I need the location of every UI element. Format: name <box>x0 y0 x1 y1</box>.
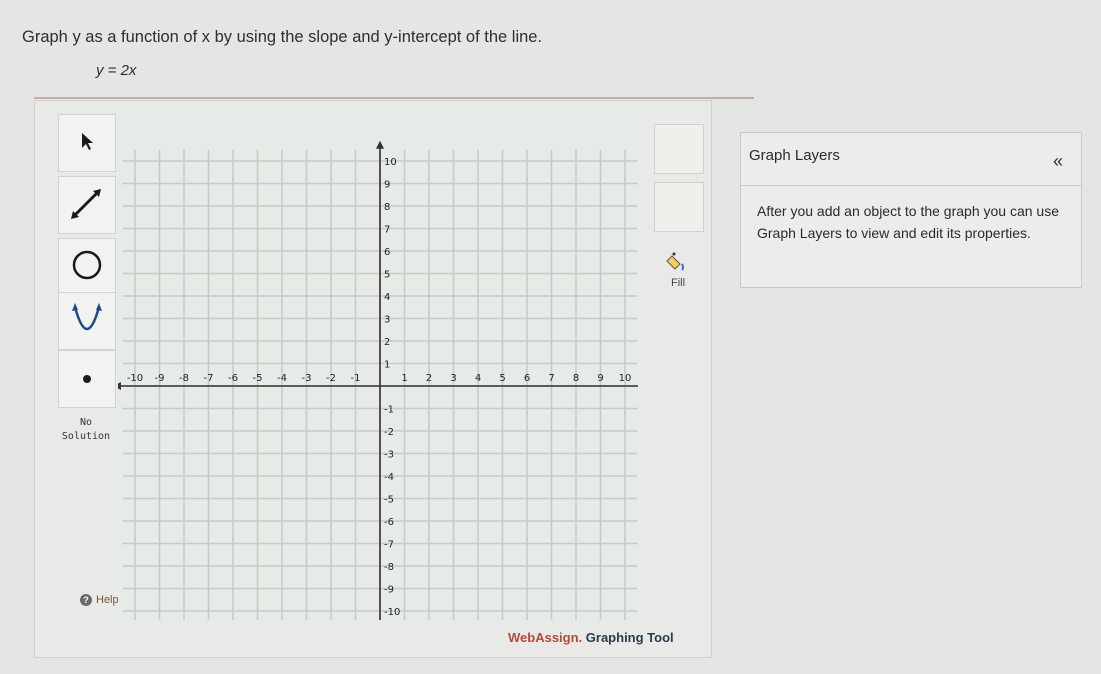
fill-tool-button[interactable]: Fill <box>654 250 702 302</box>
graph-layers-description: After you add an object to the graph you… <box>757 203 1059 241</box>
fill-option-1[interactable] <box>654 124 704 174</box>
brand-name: WebAssign. <box>508 630 583 645</box>
y-tick-label: -5 <box>384 495 394 506</box>
y-tick-label: -3 <box>384 450 394 461</box>
y-tick-label: 8 <box>384 202 390 213</box>
pointer-icon <box>76 130 98 157</box>
y-tick-label: 6 <box>384 247 390 258</box>
help-icon: ? <box>80 594 92 606</box>
x-tick-label: -2 <box>326 373 336 384</box>
y-tick-label: 1 <box>384 360 390 371</box>
y-tick-label: -6 <box>384 517 394 528</box>
x-tick-label: 10 <box>619 373 632 384</box>
graph-layers-header: Graph Layers « <box>741 133 1081 186</box>
fill-option-2[interactable] <box>654 182 704 232</box>
y-tick-label: 2 <box>384 337 390 348</box>
no-solution-label-2: Solution <box>61 431 111 442</box>
x-tick-label: -6 <box>228 373 238 384</box>
x-tick-label: -1 <box>351 373 361 384</box>
y-tick-label: -4 <box>384 472 394 483</box>
x-tick-label: 4 <box>475 373 481 384</box>
x-tick-label: -8 <box>179 373 189 384</box>
help-link[interactable]: ? Help <box>80 594 119 606</box>
x-tick-label: -4 <box>277 373 287 384</box>
no-solution-label-1: No <box>79 417 93 428</box>
y-tick-label: -10 <box>384 607 400 618</box>
pointer-tool-button[interactable] <box>58 114 116 172</box>
y-tick-label: -2 <box>384 427 394 438</box>
fill-bucket-icon <box>664 250 692 277</box>
line-tool-button[interactable] <box>58 176 116 234</box>
y-tick-label: -1 <box>384 405 394 416</box>
circle-icon <box>67 245 107 290</box>
x-tick-label: 1 <box>401 373 407 384</box>
x-tick-label: 3 <box>450 373 456 384</box>
x-tick-label: 5 <box>499 373 505 384</box>
question-text: Graph y as a function of x by using the … <box>22 28 543 46</box>
y-tick-label: 3 <box>384 315 390 326</box>
x-tick-label: 9 <box>597 373 603 384</box>
y-tick-label: 9 <box>384 180 390 191</box>
footer-text: Graphing Tool <box>582 630 674 645</box>
point-icon <box>67 357 107 402</box>
circle-tool-button[interactable] <box>58 238 116 296</box>
y-tick-label: -7 <box>384 540 394 551</box>
collapse-icon[interactable]: « <box>1053 151 1063 172</box>
no-solution-button[interactable]: No Solution <box>58 406 114 462</box>
line-icon <box>67 183 107 228</box>
graph-layers-title: Graph Layers <box>749 147 840 164</box>
y-tick-label: 10 <box>384 157 397 168</box>
fill-label: Fill <box>670 277 686 289</box>
graph-layers-panel: Graph Layers « After you add an object t… <box>740 132 1082 288</box>
parabola-tool-button[interactable] <box>58 292 116 350</box>
parabola-icon <box>67 299 107 344</box>
x-tick-label: -3 <box>302 373 312 384</box>
help-label: Help <box>96 594 119 606</box>
x-tick-label: -10 <box>127 373 143 384</box>
x-tick-label: 8 <box>573 373 579 384</box>
y-tick-label: 4 <box>384 292 390 303</box>
y-tick-label: 5 <box>384 270 390 281</box>
x-tick-label: 2 <box>426 373 432 384</box>
point-tool-button[interactable] <box>58 350 116 408</box>
coordinate-graph[interactable]: -10 -9 -8 -7 -6 -5 -4 -3 -2 -1 1 2 3 4 5 6 7 8 9 10 10 9 8 7 6 5 4… <box>118 114 638 620</box>
divider <box>34 97 754 99</box>
y-tick-label: -9 <box>384 585 394 596</box>
x-tick-label: 6 <box>524 373 530 384</box>
footer-branding: WebAssign. Graphing Tool <box>508 630 674 645</box>
y-tick-label: -8 <box>384 562 394 573</box>
x-tick-label: -5 <box>253 373 263 384</box>
x-tick-label: -9 <box>155 373 165 384</box>
x-tick-label: 7 <box>548 373 554 384</box>
y-tick-label: 7 <box>384 225 390 236</box>
x-tick-label: -7 <box>204 373 214 384</box>
equation: y = 2x <box>96 62 137 79</box>
